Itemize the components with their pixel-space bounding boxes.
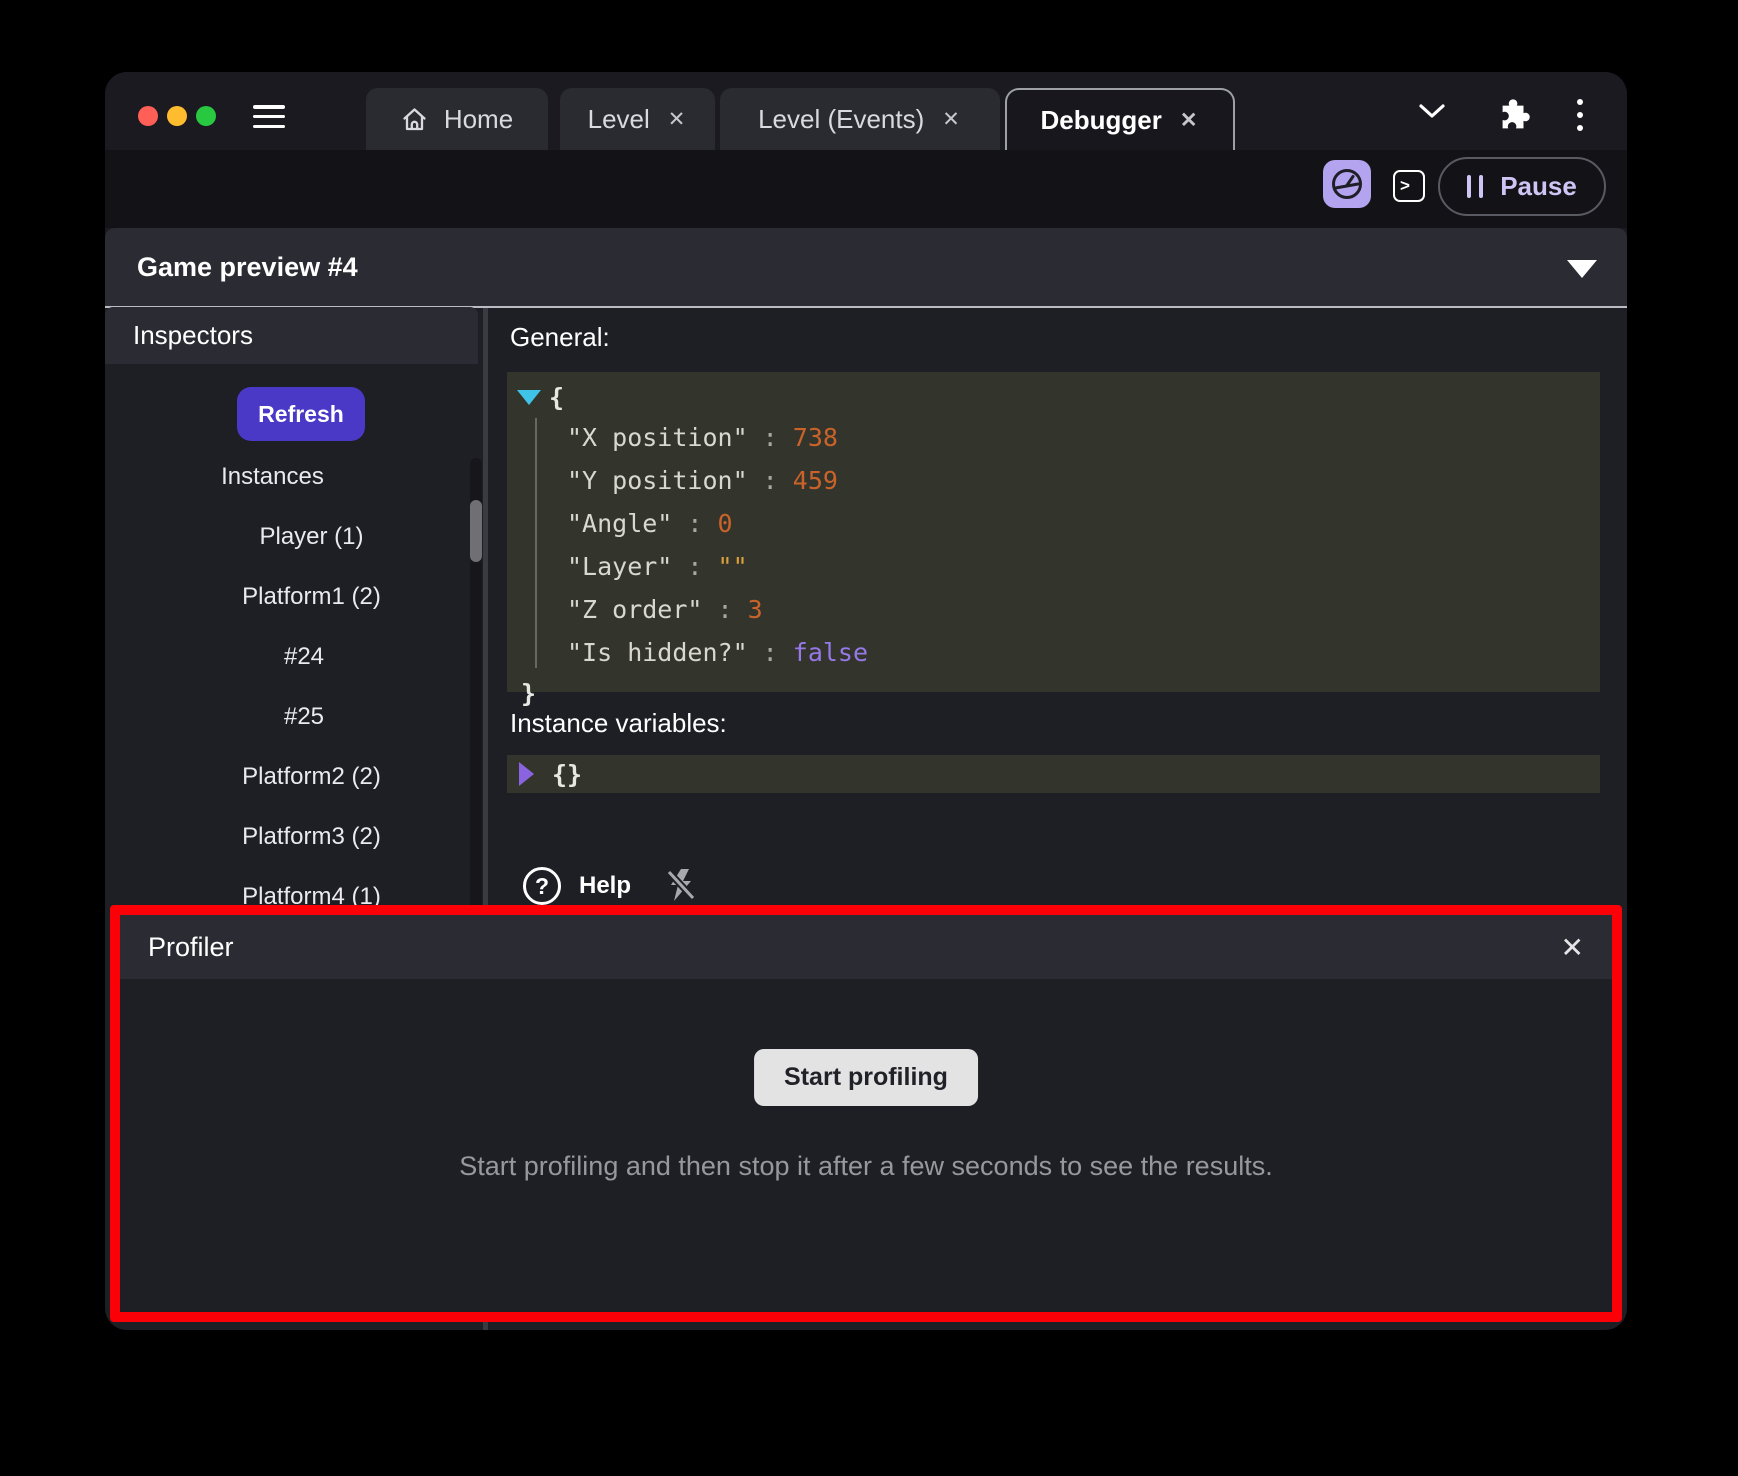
json-key: "Y position" (567, 466, 748, 495)
tab-label: Home (444, 104, 513, 135)
tab-label: Level (588, 104, 650, 135)
pause-icon (1467, 175, 1483, 198)
sidebar-item-platform1[interactable]: Platform1 (2) (105, 567, 478, 627)
general-json-view: { "X position" : 738 "Y position" : 459 … (507, 372, 1600, 692)
json-colon: : (748, 423, 793, 452)
profiler-body: Start profiling Start profiling and then… (120, 979, 1612, 1312)
chevron-down-icon[interactable] (1418, 102, 1446, 120)
titlebar: Home Level ✕ Level (Events) ✕ Debugger ✕ (105, 72, 1627, 150)
tab-label: Level (Events) (758, 104, 924, 135)
json-value: 738 (793, 423, 838, 452)
open-brace: { (549, 383, 564, 412)
sidebar-item-label: Platform3 (2) (242, 823, 381, 851)
sidebar-item-label: Platform2 (2) (242, 763, 381, 791)
kebab-menu-icon[interactable] (1577, 99, 1583, 131)
caret-down-icon[interactable] (1567, 260, 1597, 278)
sidebar-item-label: Platform1 (2) (242, 583, 381, 611)
tab-level[interactable]: Level ✕ (560, 88, 715, 150)
puzzle-extension-icon[interactable] (1495, 98, 1531, 134)
profiler-gauge-icon[interactable] (1323, 160, 1371, 208)
sidebar-item-label: Player (1) (259, 523, 363, 551)
json-colon: : (672, 552, 717, 581)
profiler-panel: Profiler ✕ Start profiling Start profili… (110, 905, 1622, 1322)
json-colon: : (702, 595, 747, 624)
json-property-x[interactable]: "X position" : 738 (567, 416, 1600, 459)
tab-debugger[interactable]: Debugger ✕ (1005, 88, 1235, 150)
minimize-window-button[interactable] (167, 106, 187, 126)
collapse-arrow-icon[interactable] (519, 762, 534, 786)
screen-background: Home Level ✕ Level (Events) ✕ Debugger ✕ (0, 0, 1738, 1476)
json-value: false (793, 638, 868, 667)
help-label[interactable]: Help (579, 872, 631, 900)
json-property-hidden[interactable]: "Is hidden?" : false (567, 631, 1600, 674)
json-colon: : (748, 466, 793, 495)
pause-label: Pause (1500, 171, 1577, 202)
sidebar-item-instances[interactable]: Instances (105, 447, 478, 507)
console-icon[interactable]: > (1393, 170, 1425, 202)
profiler-header: Profiler ✕ (120, 915, 1612, 979)
zoom-window-button[interactable] (196, 106, 216, 126)
json-value: 3 (748, 595, 763, 624)
sidebar-item-platform3[interactable]: Platform3 (2) (105, 807, 478, 867)
inspectors-header: Inspectors (105, 307, 478, 364)
window-controls (138, 106, 216, 126)
sidebar-item-platform2[interactable]: Platform2 (2) (105, 747, 478, 807)
json-key: "Angle" (567, 509, 672, 538)
sidebar-item-player[interactable]: Player (1) (105, 507, 478, 567)
json-value: 459 (793, 466, 838, 495)
tab-close-icon[interactable]: ✕ (666, 107, 688, 132)
tab-level-events[interactable]: Level (Events) ✕ (720, 88, 1000, 150)
sidebar-item-instance-25[interactable]: #25 (105, 687, 478, 747)
json-value: 0 (718, 509, 733, 538)
close-window-button[interactable] (138, 106, 158, 126)
sidebar-item-label: Instances (221, 463, 324, 491)
refresh-button[interactable]: Refresh (237, 387, 365, 441)
sidebar-item-instance-24[interactable]: #24 (105, 627, 478, 687)
json-value: "" (718, 552, 748, 581)
home-icon (401, 106, 428, 133)
json-colon: : (748, 638, 793, 667)
close-brace: } (507, 674, 1600, 712)
game-preview-bar[interactable]: Game preview #4 (105, 228, 1627, 308)
sidebar-scrollbar-thumb[interactable] (470, 500, 482, 562)
instance-variables-value: {} (552, 760, 582, 789)
pause-button[interactable]: Pause (1438, 157, 1606, 216)
game-preview-title: Game preview #4 (137, 252, 358, 283)
json-root-row[interactable]: { (507, 378, 1600, 416)
help-row: ? Help (523, 864, 697, 908)
json-key: "Is hidden?" (567, 638, 748, 667)
tab-close-icon[interactable]: ✕ (1178, 108, 1200, 133)
tab-home[interactable]: Home (366, 88, 548, 150)
json-property-layer[interactable]: "Layer" : "" (567, 545, 1600, 588)
profiler-message: Start profiling and then stop it after a… (120, 1151, 1612, 1182)
profiler-title: Profiler (148, 932, 234, 963)
profiler-close-icon[interactable]: ✕ (1561, 931, 1584, 964)
flash-off-icon[interactable] (667, 868, 697, 904)
hamburger-menu-icon[interactable] (253, 105, 285, 128)
app-window: Home Level ✕ Level (Events) ✕ Debugger ✕ (105, 72, 1627, 1330)
start-profiling-button[interactable]: Start profiling (754, 1049, 978, 1106)
general-section-label: General: (510, 322, 610, 353)
json-colon: : (672, 509, 717, 538)
json-key: "X position" (567, 423, 748, 452)
instance-variables-view[interactable]: {} (507, 755, 1600, 793)
sidebar-item-label: #24 (284, 643, 324, 671)
json-property-y[interactable]: "Y position" : 459 (567, 459, 1600, 502)
sidebar-item-label: #25 (284, 703, 324, 731)
tab-close-icon[interactable]: ✕ (940, 107, 962, 132)
instance-variables-label: Instance variables: (510, 708, 727, 739)
debugger-toolbar: > Pause (105, 150, 1627, 228)
inspectors-tree: Instances Player (1) Platform1 (2) #24 #… (105, 447, 478, 927)
json-property-zorder[interactable]: "Z order" : 3 (567, 588, 1600, 631)
json-property-angle[interactable]: "Angle" : 0 (567, 502, 1600, 545)
json-key: "Layer" (567, 552, 672, 581)
expand-arrow-icon[interactable] (517, 390, 541, 405)
tab-label: Debugger (1041, 105, 1162, 136)
help-question-icon[interactable]: ? (523, 867, 561, 905)
json-body: "X position" : 738 "Y position" : 459 "A… (507, 416, 1600, 674)
json-key: "Z order" (567, 595, 702, 624)
